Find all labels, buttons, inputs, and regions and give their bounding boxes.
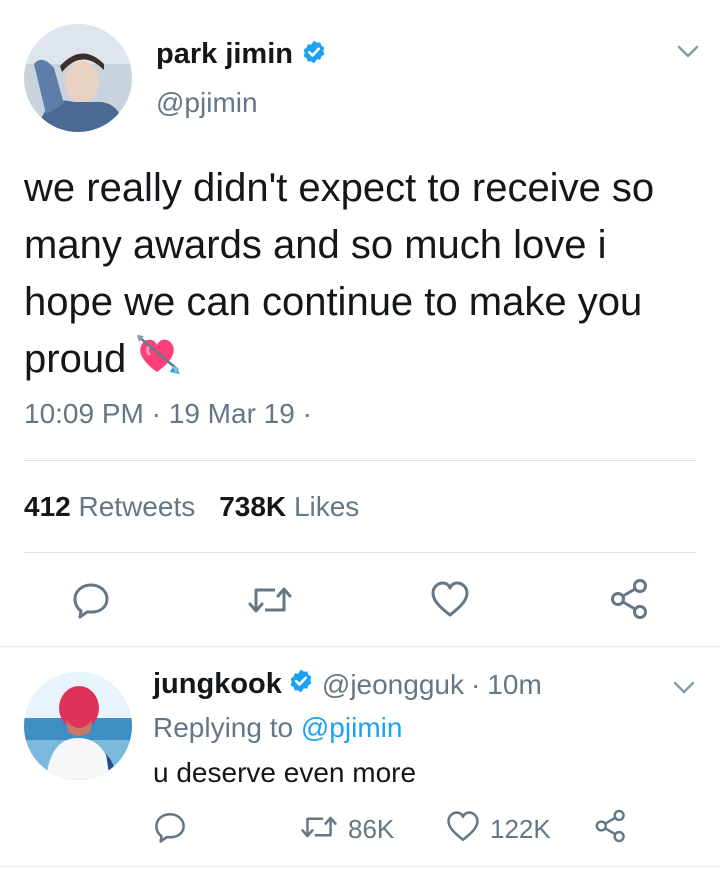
divider — [24, 460, 696, 461]
heart-with-arrow-icon — [136, 334, 182, 392]
replying-to: Replying to @pjimin — [153, 712, 402, 744]
profile-avatar-jungkook[interactable] — [24, 672, 132, 780]
retweets-stat[interactable]: 412 Retweets — [24, 491, 195, 522]
reply-icon — [71, 580, 111, 625]
reply-handle[interactable]: @jeongguk — [322, 669, 464, 701]
tweet-stats: 412 Retweets 738K Likes — [24, 491, 359, 523]
divider — [24, 552, 696, 553]
heart-icon — [430, 580, 470, 625]
reply-like-button[interactable]: 122K — [446, 810, 551, 849]
tweet-text: we really didn't expect to receive so ma… — [24, 160, 694, 392]
separator: · — [151, 398, 161, 429]
reply-retweet-count: 86K — [348, 814, 395, 844]
chevron-down-icon[interactable] — [676, 44, 700, 65]
tweet-date: 19 Mar 19 — [168, 398, 295, 429]
reply-like-count: 122K — [490, 814, 551, 844]
share-icon — [594, 809, 628, 848]
share-icon — [609, 578, 651, 625]
heart-icon — [446, 810, 480, 849]
reply-button[interactable] — [71, 580, 111, 625]
divider — [0, 646, 720, 647]
likes-count: 738K — [219, 491, 287, 522]
reply-retweet-button[interactable]: 86K — [300, 810, 394, 849]
retweets-label: Retweets — [78, 491, 196, 522]
verified-badge-icon — [288, 668, 314, 701]
replying-to-label: Replying to — [153, 712, 294, 743]
reply-age[interactable]: 10m — [487, 669, 541, 701]
reply-icon — [153, 810, 187, 849]
tweet-timestamp[interactable]: 10:09 PM · 19 Mar 19 · — [24, 398, 312, 430]
retweet-button[interactable] — [247, 580, 293, 625]
separator: · — [302, 398, 312, 429]
display-name[interactable]: park jimin — [156, 38, 293, 71]
reply-reply-button[interactable] — [153, 810, 187, 849]
author-handle[interactable]: @pjimin — [156, 87, 258, 119]
likes-stat[interactable]: 738K Likes — [219, 491, 359, 522]
retweet-icon — [300, 810, 338, 849]
tweet-body: we really didn't expect to receive so ma… — [24, 166, 655, 381]
replying-to-mention[interactable]: @pjimin — [301, 712, 403, 743]
reply-display-name[interactable]: jungkook — [153, 668, 282, 701]
share-button[interactable] — [609, 578, 651, 625]
reply-text: u deserve even more — [153, 757, 417, 788]
retweet-icon — [247, 580, 293, 625]
divider — [0, 866, 720, 867]
profile-avatar-jimin[interactable] — [24, 24, 132, 132]
chevron-down-icon[interactable] — [672, 680, 696, 701]
like-button[interactable] — [430, 580, 470, 625]
tweet-time: 10:09 PM — [24, 398, 144, 429]
separator: · — [470, 668, 481, 700]
retweets-count: 412 — [24, 491, 71, 522]
reply-author-row: jungkook @jeongguk · 10m — [153, 668, 542, 701]
verified-badge-icon — [301, 39, 327, 70]
author-name-row: park jimin — [156, 38, 327, 71]
reply-share-button[interactable] — [594, 809, 628, 848]
likes-label: Likes — [293, 491, 360, 522]
